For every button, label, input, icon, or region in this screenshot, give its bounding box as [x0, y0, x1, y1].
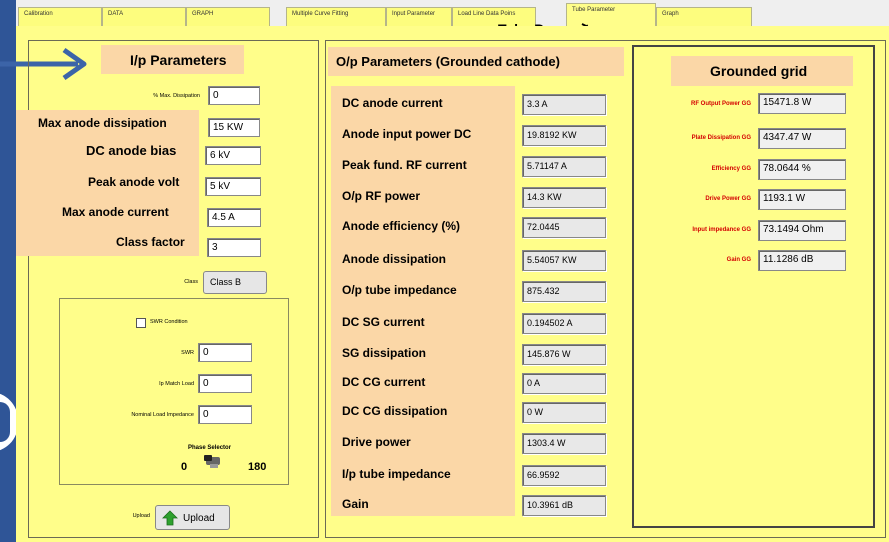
max-anode-dissipation-input[interactable]: 15 KW [208, 118, 260, 137]
op-tube-impedance-label: O/p tube impedance [342, 283, 457, 297]
peak-fund-rf-current-value: 5.71147 A [522, 156, 606, 177]
gain-label: Gain [342, 497, 369, 511]
swr-input[interactable]: 0 [198, 343, 252, 362]
tab-data[interactable]: DATA [102, 7, 186, 26]
rf-output-power-gg-label: RF Output Power GG [691, 101, 751, 107]
accent-curve-inner [0, 402, 10, 442]
rf-output-power-gg-value: 15471.8 W [758, 93, 846, 114]
peak-anode-volt-label: Peak anode volt [88, 175, 180, 189]
dc-cg-current-label: DC CG current [342, 375, 426, 389]
nominal-load-impedance-input[interactable]: 0 [198, 405, 252, 424]
swr-condition-label: SWR Condition [150, 319, 188, 325]
efficiency-gg-value: 78.0644 % [758, 159, 846, 180]
dc-anode-current-value: 3.3 A [522, 94, 606, 115]
op-rf-power-label: O/p RF power [342, 189, 420, 203]
max-anode-current-input[interactable]: 4.5 A [207, 208, 261, 227]
anode-dissipation-value: 5.54057 KW [522, 250, 606, 271]
tab-graph[interactable]: GRAPH [186, 7, 270, 26]
tab-multiple-curve-fitting[interactable]: Multiple Curve Fitting [286, 7, 386, 26]
max-dissipation-percent-input[interactable]: 0 [208, 86, 260, 105]
upload-arrow-icon [162, 510, 178, 526]
phase-max-label: 180 [248, 461, 267, 473]
dc-cg-dissipation-label: DC CG dissipation [342, 404, 448, 418]
dc-anode-bias-label: DC anode bias [86, 143, 177, 158]
tab-calibration[interactable]: Calibration [18, 7, 102, 26]
swr-subpanel [59, 298, 289, 485]
gain-gg-label: Gain GG [726, 257, 751, 263]
peak-fund-rf-current-label: Peak fund. RF current [342, 158, 467, 172]
max-dissipation-percent-label: % Max. Dissipation [153, 93, 200, 99]
anode-dissipation-label: Anode dissipation [342, 252, 447, 266]
plate-dissipation-gg-value: 4347.47 W [758, 128, 846, 149]
upload-button-label: Upload [183, 513, 215, 524]
swr-condition-checkbox[interactable] [136, 318, 146, 328]
grounded-grid-title: Grounded grid [710, 63, 808, 79]
anode-input-power-label: Anode input power DC [342, 127, 472, 141]
tab-graph-2[interactable]: Graph [656, 7, 752, 26]
max-anode-current-label: Max anode current [62, 205, 169, 219]
dc-anode-bias-input[interactable]: 6 kV [205, 146, 261, 165]
anode-efficiency-label: Anode efficiency (%) [342, 219, 461, 233]
ip-match-load-label: Ip Match Load [159, 381, 194, 387]
op-rf-power-value: 14.3 KW [522, 187, 606, 208]
anode-efficiency-value: 72.0445 [522, 217, 606, 238]
op-tube-impedance-value: 875.432 [522, 281, 606, 302]
ip-tube-impedance-label: I/p tube impedance [342, 467, 451, 481]
drive-power-label: Drive power [342, 435, 411, 449]
output-labels-highlight [331, 86, 515, 516]
gain-gg-value: 11.1286 dB [758, 250, 846, 271]
dc-anode-current-label: DC anode current [342, 96, 443, 110]
plate-dissipation-gg-label: Plate Dissipation GG [691, 135, 751, 141]
input-panel-title: I/p Parameters [130, 52, 227, 68]
phase-min-label: 0 [181, 461, 188, 473]
class-factor-label: Class factor [116, 235, 185, 249]
max-anode-dissipation-label: Max anode dissipation [38, 116, 167, 130]
drive-power-value: 1303.4 W [522, 433, 606, 454]
phase-toggle-switch[interactable] [202, 453, 226, 471]
dc-cg-dissipation-value: 0 W [522, 402, 606, 423]
input-impedance-gg-label: Input impedance GG [692, 227, 751, 233]
grounded-grid-panel [632, 45, 875, 528]
drive-power-gg-value: 1193.1 W [758, 189, 846, 210]
peak-anode-volt-input[interactable]: 5 kV [205, 177, 261, 196]
ip-tube-impedance-value: 66.9592 [522, 465, 606, 486]
input-impedance-gg-value: 73.1494 Ohm [758, 220, 846, 241]
class-factor-input[interactable]: 3 [207, 238, 261, 257]
class-selector[interactable]: Class B [203, 271, 267, 294]
tab-input-parameter[interactable]: Input Parameter [386, 7, 452, 26]
anode-input-power-value: 19.8192 KW [522, 125, 606, 146]
sg-dissipation-value: 145.876 W [522, 344, 606, 365]
gain-value: 10.3961 dB [522, 495, 606, 516]
class-label: Class [184, 279, 198, 285]
ip-match-load-input[interactable]: 0 [198, 374, 252, 393]
drive-power-gg-label: Drive Power GG [705, 196, 751, 202]
dc-sg-current-value: 0.194502 A [522, 313, 606, 334]
upload-label: Upload [132, 513, 150, 519]
swr-label: SWR [181, 350, 194, 356]
dc-sg-current-label: DC SG current [342, 315, 425, 329]
upload-button[interactable]: Upload [155, 505, 230, 530]
nominal-load-impedance-label: Nominal Load Impedance [131, 412, 194, 418]
phase-selector-label: Phase Selector [188, 445, 232, 451]
tab-strip: Calibration DATA GRAPH Multiple Curve Fi… [16, 0, 889, 26]
efficiency-gg-label: Efficiency GG [711, 166, 751, 172]
class-value: Class B [210, 277, 242, 287]
dc-cg-current-value: 0 A [522, 373, 606, 394]
output-panel-title: O/p Parameters (Grounded cathode) [336, 54, 560, 69]
sg-dissipation-label: SG dissipation [342, 346, 427, 360]
